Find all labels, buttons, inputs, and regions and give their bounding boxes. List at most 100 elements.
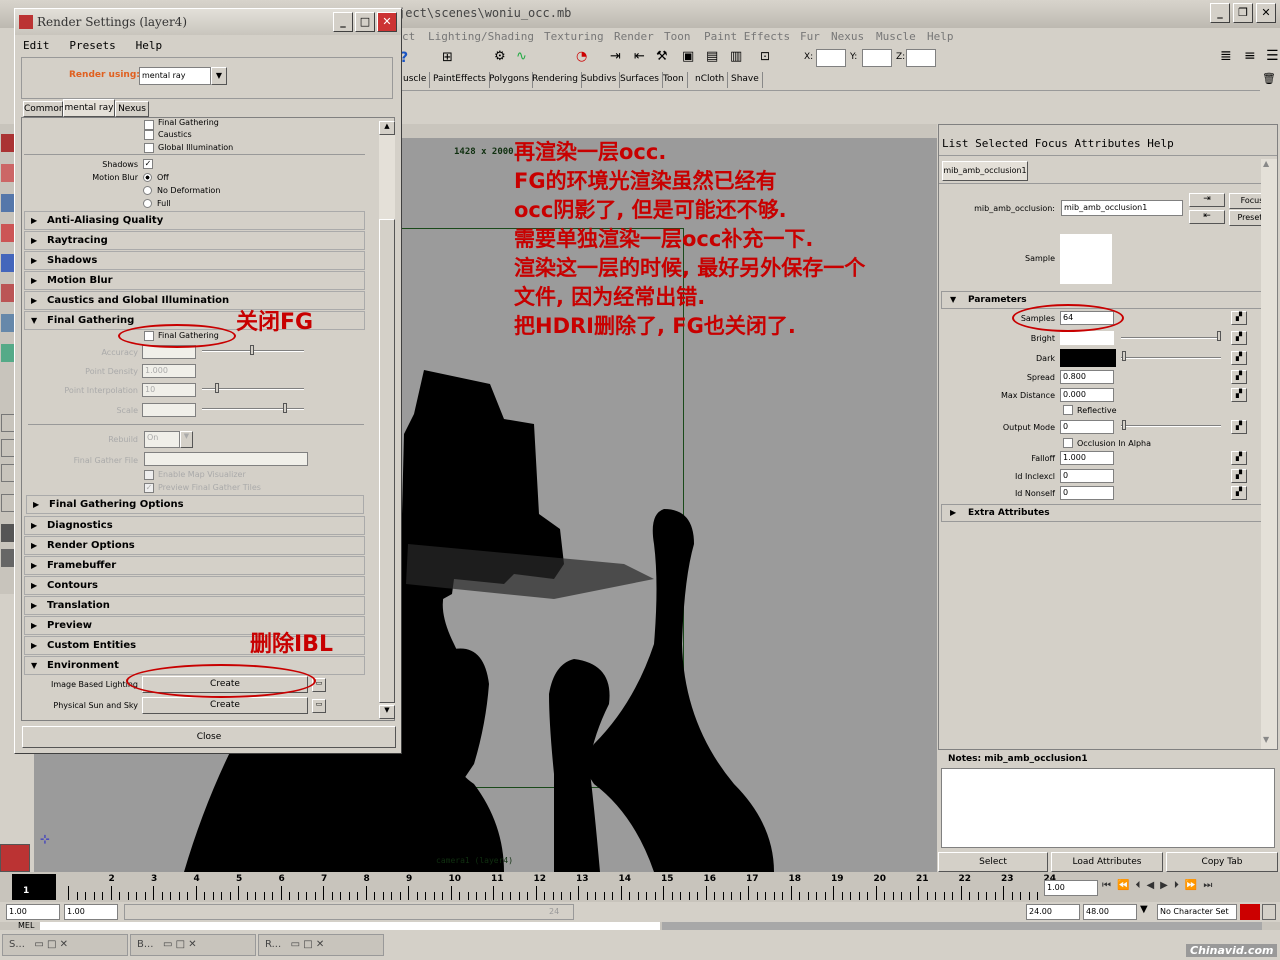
- ae-select-button[interactable]: Select: [938, 852, 1048, 872]
- rs-menu-presets[interactable]: Presets: [69, 39, 115, 52]
- section-extra-attributes[interactable]: ▶ Extra Attributes: [941, 504, 1275, 522]
- range-start-field[interactable]: 1.00: [6, 904, 60, 920]
- restore-button[interactable]: ❐: [1233, 3, 1253, 23]
- section-translation[interactable]: ▶ Translation: [24, 596, 365, 615]
- character-set-chevron-icon[interactable]: ▼: [1140, 904, 1148, 915]
- sun-sky-map-icon[interactable]: ▭: [312, 699, 326, 713]
- menu-toon[interactable]: Toon: [664, 30, 691, 43]
- tab-mental-ray[interactable]: mental ray: [63, 99, 115, 117]
- taskbar-item-3[interactable]: R... ▭ □ ✕: [258, 934, 384, 956]
- ae-scrollbar[interactable]: ▲ ▼: [1261, 159, 1277, 749]
- dark-map-icon[interactable]: ▞: [1231, 351, 1247, 365]
- max-distance-map-icon[interactable]: ▞: [1231, 388, 1247, 402]
- mb-full-radio[interactable]: [143, 199, 152, 208]
- lock-icon[interactable]: ⊞: [442, 50, 453, 65]
- menu-nexus[interactable]: Nexus: [831, 30, 864, 43]
- reflective-checkbox[interactable]: [1063, 405, 1073, 415]
- menu-texturing[interactable]: Texturing: [544, 30, 604, 43]
- construction-icon[interactable]: ⚒: [656, 49, 668, 64]
- range-end-field[interactable]: 24.00: [1026, 904, 1080, 920]
- trash-icon[interactable]: 🗑: [1262, 72, 1276, 85]
- shelf-tab-shave[interactable]: Shave: [728, 72, 763, 88]
- focus-input-icon[interactable]: ⇥: [1189, 193, 1225, 207]
- section-contours[interactable]: ▶ Contours: [24, 576, 365, 595]
- occ-alpha-checkbox[interactable]: [1063, 438, 1073, 448]
- step-key-back-icon[interactable]: ⏴: [1135, 880, 1146, 891]
- snap-icon[interactable]: ∿: [516, 49, 527, 64]
- fg-file-field[interactable]: [144, 452, 308, 466]
- shelf-tab-subdivs[interactable]: Subdivs: [578, 72, 621, 88]
- mb-nodeform-radio[interactable]: [143, 186, 152, 195]
- rs-scrollbar[interactable]: ▲ ▼: [379, 121, 395, 719]
- tab-nexus[interactable]: Nexus: [115, 101, 149, 117]
- fg-top-checkbox[interactable]: [144, 120, 154, 130]
- auto-key-icon[interactable]: [1240, 904, 1260, 920]
- ae-scroll-up-icon[interactable]: ▲: [1263, 159, 1269, 168]
- shadows-checkbox[interactable]: ✓: [143, 159, 153, 169]
- ae-menubar[interactable]: List Selected Focus Attributes Help: [942, 137, 1174, 150]
- spread-field[interactable]: 0.800: [1060, 370, 1114, 384]
- y-field[interactable]: [862, 49, 892, 67]
- input-icon[interactable]: ⇥: [610, 49, 621, 64]
- step-forward-icon[interactable]: ⏩: [1185, 880, 1203, 891]
- falloff-map-icon[interactable]: ▞: [1231, 451, 1247, 465]
- section-raytracing[interactable]: ▶ Raytracing: [24, 231, 365, 250]
- dark-swatch[interactable]: [1060, 349, 1116, 367]
- output-mode-field[interactable]: 0: [1060, 420, 1114, 434]
- menu-ct[interactable]: ct: [402, 30, 415, 43]
- section-parameters[interactable]: ▼ Parameters: [941, 291, 1275, 309]
- shelf-tab-painteffects[interactable]: PaintEffects: [430, 72, 490, 88]
- tool-settings-icon[interactable]: ☰: [1266, 48, 1279, 64]
- menu-help[interactable]: Help: [927, 30, 954, 43]
- point-interpolation-field[interactable]: 10: [142, 383, 196, 397]
- go-end-icon[interactable]: ⏭: [1203, 880, 1218, 891]
- scroll-down-icon[interactable]: ▼: [379, 705, 395, 719]
- shelf-tab-muscle[interactable]: uscle: [400, 72, 431, 88]
- focus-output-icon[interactable]: ⇤: [1189, 210, 1225, 224]
- scale-slider[interactable]: [202, 408, 304, 410]
- rs-maximize-button[interactable]: □: [355, 12, 375, 32]
- point-interp-slider-thumb[interactable]: [215, 383, 219, 393]
- close-button[interactable]: Close: [22, 726, 396, 748]
- output-mode-slider[interactable]: [1121, 425, 1221, 427]
- menu-muscle[interactable]: Muscle: [876, 30, 916, 43]
- id-inclexcl-map-icon[interactable]: ▞: [1231, 469, 1247, 483]
- rs-close-button[interactable]: ✕: [377, 12, 397, 32]
- spread-map-icon[interactable]: ▞: [1231, 370, 1247, 384]
- output-mode-map-icon[interactable]: ▞: [1231, 420, 1247, 434]
- bright-slider-thumb[interactable]: [1217, 331, 1221, 341]
- rs-minimize-button[interactable]: _: [333, 12, 353, 32]
- samples-map-icon[interactable]: ▞: [1231, 311, 1247, 325]
- id-nonself-map-icon[interactable]: ▞: [1231, 486, 1247, 500]
- caustics-checkbox[interactable]: [144, 130, 154, 140]
- notes-field[interactable]: [941, 768, 1275, 848]
- shelf-tab-toon[interactable]: Toon: [660, 72, 688, 88]
- enable-map-vis-checkbox[interactable]: [144, 470, 154, 480]
- dark-slider[interactable]: [1121, 357, 1221, 359]
- ae-scroll-down-icon[interactable]: ▼: [1263, 735, 1269, 744]
- rs-menu-edit[interactable]: Edit: [23, 39, 50, 52]
- chevron-down-icon[interactable]: ▼: [211, 67, 227, 85]
- layer-editor-icon[interactable]: ≡: [1244, 48, 1256, 64]
- ae-load-attributes-button[interactable]: Load Attributes: [1051, 852, 1163, 872]
- ae-tab-node[interactable]: mib_amb_occlusion1: [942, 161, 1028, 181]
- shelf-tab-polygons[interactable]: Polygons: [486, 72, 534, 88]
- bright-swatch[interactable]: [1060, 331, 1114, 345]
- menu-lighting-shading[interactable]: Lighting/Shading: [428, 30, 534, 43]
- section-shadows[interactable]: ▶ Shadows: [24, 251, 365, 270]
- section-fg-options[interactable]: ▶ Final Gathering Options: [26, 495, 364, 514]
- mb-off-radio[interactable]: [143, 173, 152, 182]
- render-using-select[interactable]: mental ray: [139, 67, 211, 85]
- rs-menu-help[interactable]: Help: [136, 39, 163, 52]
- section-render-options[interactable]: ▶ Render Options: [24, 536, 365, 555]
- play-forward-icon[interactable]: ▶: [1160, 880, 1174, 891]
- current-frame-field[interactable]: 1.00: [1044, 880, 1098, 896]
- node-name-field[interactable]: mib_amb_occlusion1: [1061, 200, 1183, 216]
- point-density-field[interactable]: 1.000: [142, 364, 196, 378]
- section-caustics-gi[interactable]: ▶ Caustics and Global Illumination: [24, 291, 365, 310]
- shelf-tab-rendering[interactable]: Rendering: [529, 72, 582, 88]
- shelf-tab-ncloth[interactable]: nCloth: [692, 72, 729, 88]
- anim-prefs-icon[interactable]: [1262, 904, 1276, 920]
- sun-sky-create-button[interactable]: Create: [142, 697, 308, 714]
- render-frame-icon[interactable]: ▣: [682, 49, 694, 64]
